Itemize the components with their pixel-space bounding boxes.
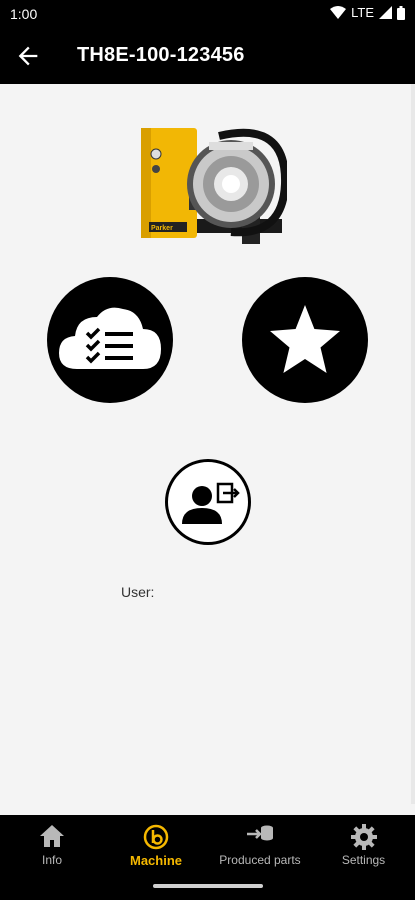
battery-icon xyxy=(397,5,405,20)
signal-icon xyxy=(379,6,392,19)
main-content: Parker User: xyxy=(0,84,415,815)
cloud-checklist-icon xyxy=(59,307,161,369)
machine-image: Parker xyxy=(141,128,287,244)
svg-text:Parker: Parker xyxy=(151,225,173,232)
nav-label-settings: Settings xyxy=(341,853,386,867)
user-label: User: xyxy=(121,584,155,600)
nav-item-settings[interactable]: Settings xyxy=(312,815,415,875)
nav-item-machine[interactable]: Machine xyxy=(104,815,208,875)
cloud-checklist-button[interactable] xyxy=(47,277,173,403)
machine-icon xyxy=(143,824,169,850)
bottom-navigation: Info Machine Produced parts Settings xyxy=(0,815,415,885)
page-title: TH8E-100-123456 xyxy=(77,44,245,66)
favorite-button[interactable] xyxy=(242,277,368,403)
user-logout-icon xyxy=(182,482,240,524)
status-time: 1:00 xyxy=(10,6,38,22)
home-icon xyxy=(40,825,64,847)
user-logout-button[interactable] xyxy=(165,459,251,545)
nav-label-produced-parts: Produced parts xyxy=(219,853,301,867)
nav-item-info[interactable]: Info xyxy=(0,815,104,875)
back-arrow-icon[interactable] xyxy=(14,42,42,70)
app-bar: TH8E-100-123456 xyxy=(0,28,415,84)
wifi-icon xyxy=(330,5,347,19)
status-icons: LTE xyxy=(330,5,405,20)
gesture-bar[interactable] xyxy=(153,884,263,888)
status-bar: 1:00 LTE xyxy=(0,0,415,28)
star-icon xyxy=(270,305,340,373)
nav-label-info: Info xyxy=(41,853,62,867)
nav-label-machine: Machine xyxy=(129,853,182,868)
nav-item-produced-parts[interactable]: Produced parts xyxy=(208,815,312,875)
gear-icon xyxy=(350,824,377,850)
scrollbar[interactable] xyxy=(411,84,415,804)
network-type: LTE xyxy=(351,5,374,20)
produced-parts-icon xyxy=(247,825,273,841)
